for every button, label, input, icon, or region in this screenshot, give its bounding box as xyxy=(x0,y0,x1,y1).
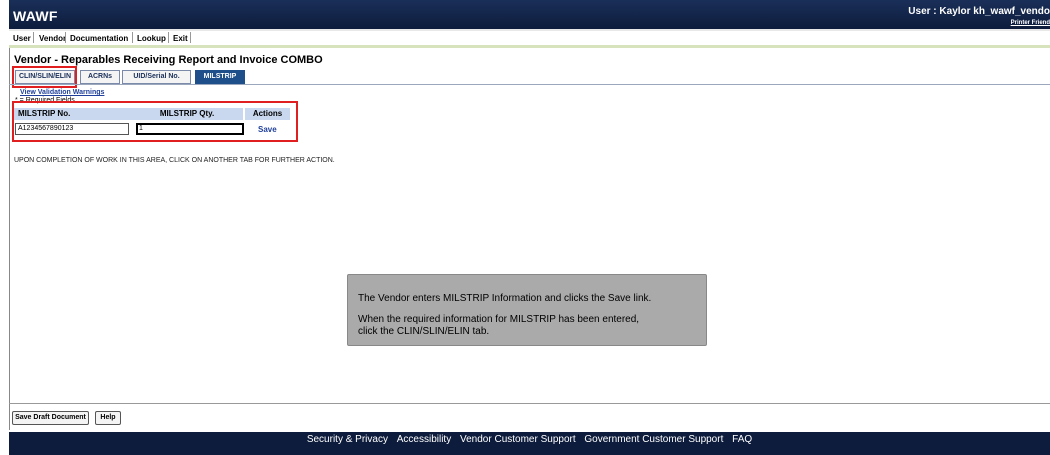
bottom-divider xyxy=(9,403,1050,404)
printer-friendly-link[interactable]: Printer Friend xyxy=(1011,20,1050,26)
completion-instruction: UPON COMPLETION OF WORK IN THIS AREA, CL… xyxy=(14,157,335,164)
user-info: User : Kaylor kh_wawf_vendo xyxy=(908,6,1050,17)
tab-acrns[interactable]: ACRNs xyxy=(80,70,120,84)
callout-text-2: When the required information for MILSTR… xyxy=(358,314,640,325)
footer-accessibility-link[interactable]: Accessibility xyxy=(397,434,451,445)
menu-separator xyxy=(65,32,66,43)
menu-separator xyxy=(132,32,133,43)
menu-documentation[interactable]: Documentation xyxy=(70,34,128,43)
menu-divider xyxy=(9,45,1050,48)
tutorial-callout: The Vendor enters MILSTRIP Information a… xyxy=(347,274,707,346)
page-title: Vendor - Reparables Receiving Report and… xyxy=(14,54,323,66)
banner-divider xyxy=(9,29,1050,31)
wawf-logo: WAWF xyxy=(13,8,58,24)
callout-text-1: The Vendor enters MILSTRIP Information a… xyxy=(358,293,652,304)
help-button[interactable]: Help xyxy=(95,411,121,425)
menu-separator xyxy=(168,32,169,43)
wawf-window: WAWF User : Kaylor kh_wawf_vendo Printer… xyxy=(9,0,1050,455)
top-banner: WAWF User : Kaylor kh_wawf_vendo Printer… xyxy=(9,0,1050,29)
menu-lookup[interactable]: Lookup xyxy=(137,34,166,43)
callout-text-3: click the CLIN/SLIN/ELIN tab. xyxy=(358,326,490,337)
menu-separator xyxy=(33,32,34,43)
tab-uid-serial[interactable]: UID/Serial No. xyxy=(122,70,191,84)
footer-vendor-support-link[interactable]: Vendor Customer Support xyxy=(460,434,576,445)
highlight-milstrip-form xyxy=(12,101,298,142)
menu-separator xyxy=(190,32,191,43)
footer-security-privacy-link[interactable]: Security & Privacy xyxy=(307,434,388,445)
save-draft-document-button[interactable]: Save Draft Document xyxy=(12,411,89,425)
menu-exit[interactable]: Exit xyxy=(173,34,188,43)
view-validation-warnings-link[interactable]: View Validation Warnings xyxy=(20,89,104,96)
footer-bar: Security & Privacy Accessibility Vendor … xyxy=(9,432,1050,455)
footer-government-support-link[interactable]: Government Customer Support xyxy=(584,434,723,445)
tab-underline xyxy=(9,84,1050,85)
menu-vendor[interactable]: Vendor xyxy=(39,34,66,43)
footer-faq-link[interactable]: FAQ xyxy=(732,434,752,445)
menu-user[interactable]: User xyxy=(13,34,31,43)
content-left-border xyxy=(9,48,10,430)
tab-milstrip[interactable]: MILSTRIP xyxy=(195,70,245,84)
